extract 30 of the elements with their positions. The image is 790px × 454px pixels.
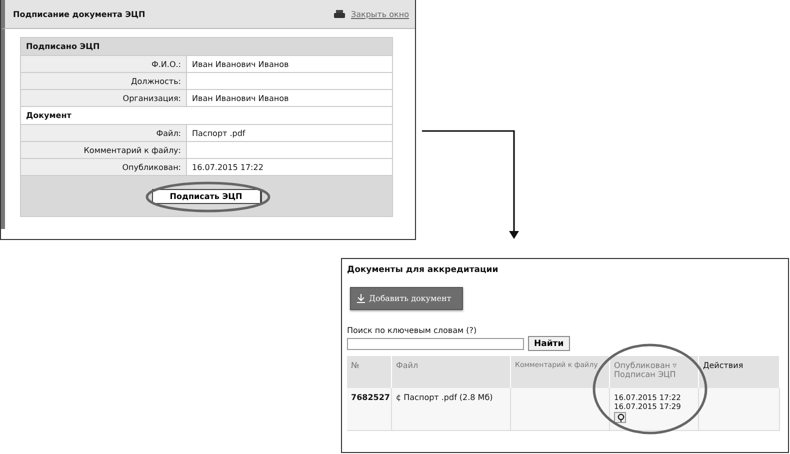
add-document-button[interactable]: Добавить документ <box>350 287 463 310</box>
search-label: Поиск по ключевым словам (?) <box>347 326 478 335</box>
table-cell: 7682527 <box>347 388 392 430</box>
printer-icon[interactable] <box>334 10 345 18</box>
field-label: Ф.И.О.: <box>20 56 186 72</box>
download-icon <box>357 294 365 303</box>
search-field[interactable] <box>347 338 524 350</box>
column-header: Файл <box>396 361 420 370</box>
column-header: Действия <box>703 361 744 370</box>
column-header[interactable]: Опубликован ▿ <box>614 361 694 370</box>
certificate-icon[interactable] <box>614 412 626 423</box>
field-value: Иван Иванович Иванов <box>186 90 392 106</box>
field-label: Опубликован: <box>20 158 186 176</box>
section-heading: Документ <box>20 106 392 124</box>
section-heading: Подписано ЭЦП <box>20 38 392 56</box>
close-link[interactable]: Закрыть окно <box>350 10 409 18</box>
column-header: Подписан ЭЦП <box>614 370 677 379</box>
field-value: Иван Иванович Иванов <box>186 56 392 72</box>
field-label: Файл: <box>20 124 186 142</box>
find-button[interactable]: Найти <box>528 336 570 351</box>
field-value: Паспорт .pdf <box>186 124 392 142</box>
file-link[interactable]: ¢ Паспорт .pdf (2.8 Мб) <box>396 393 493 402</box>
page-title: Документы для аккредитации <box>347 265 500 275</box>
window-title: Подписание документа ЭЦП <box>13 10 146 18</box>
field-label: Комментарий к файлу: <box>20 142 186 158</box>
field-label: Организация: <box>20 90 186 106</box>
field-value: 16.07.2015 17:22 <box>186 158 392 176</box>
field-label: Должность: <box>20 72 186 90</box>
sign-button[interactable]: Подписать ЭЦП <box>152 188 262 204</box>
column-header: № <box>351 361 360 370</box>
